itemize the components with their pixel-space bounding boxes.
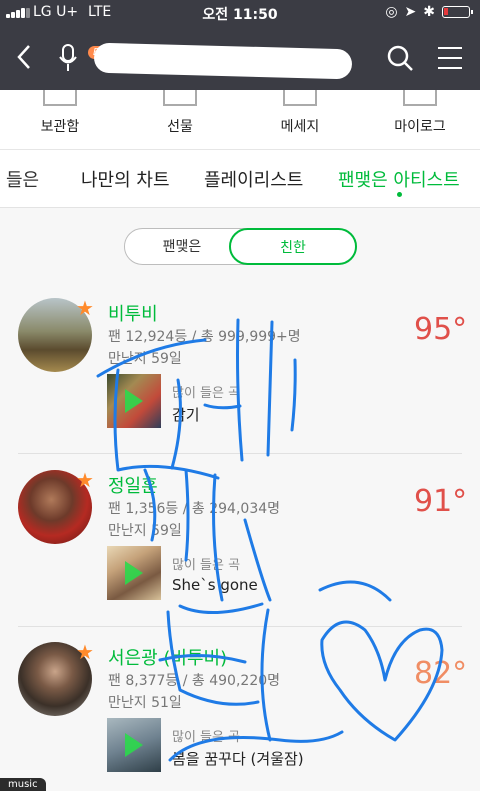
shortcut-label: 마이로그	[394, 119, 446, 135]
artist-card[interactable]: ★ 서은광 (비투비) 팬 8,377등 / 총 490,220명 만난지 51…	[0, 642, 480, 791]
artist-name: 비투비	[108, 304, 158, 325]
fan-temperature: 91°	[414, 484, 468, 519]
most-played-label: 많이 들은 곡	[172, 558, 241, 573]
message-icon	[283, 90, 317, 106]
fan-temperature: 95°	[414, 312, 468, 347]
shortcut-message[interactable]: 메세지	[240, 90, 360, 150]
play-icon	[125, 561, 143, 585]
search-icon	[387, 45, 413, 71]
shortcut-bar: 보관함 선물 메세지 마이로그	[0, 90, 480, 150]
artist-name: 정일훈	[108, 476, 158, 497]
favorite-star-icon[interactable]: ★	[76, 470, 94, 490]
artist-card[interactable]: ★ 비투비 팬 12,924등 / 총 999,999+명 만난지 59일 95…	[0, 298, 480, 470]
fan-rank: 팬 1,356등 / 총 294,034명	[108, 501, 281, 517]
shortcut-label: 메세지	[280, 119, 320, 135]
battery-icon	[442, 6, 473, 18]
tab-bar: 들은 나만의 차트 플레이리스트 팬맺은 아티스트	[0, 150, 480, 208]
chevron-left-icon	[17, 45, 30, 69]
app-screen: LG U+ LTE 오전 11:50 ◎ ➤ ✱ Beta	[0, 0, 480, 791]
bluetooth-icon: ✱	[423, 4, 435, 20]
menu-icon	[438, 47, 462, 49]
fan-rank: 팬 12,924등 / 총 999,999+명	[108, 329, 301, 345]
search-button[interactable]	[386, 44, 414, 72]
shortcut-label: 선물	[167, 119, 193, 135]
shortcut-mylog[interactable]: 마이로그	[360, 90, 480, 150]
gift-icon	[163, 90, 197, 106]
most-played-label: 많이 들은 곡	[172, 386, 241, 401]
tab-listened[interactable]: 들은	[6, 166, 39, 192]
days-met: 만난지 59일	[108, 523, 182, 539]
mylog-icon	[403, 90, 437, 106]
divider	[18, 453, 462, 454]
status-icons: ◎ ➤ ✱	[385, 4, 473, 20]
tab-playlist[interactable]: 플레이리스트	[204, 166, 303, 192]
menu-button[interactable]	[438, 47, 462, 69]
shortcut-label: 보관함	[40, 119, 80, 135]
orientation-lock-icon: ◎	[385, 4, 398, 20]
app-badge: music	[0, 778, 46, 791]
album-cover[interactable]	[107, 546, 161, 600]
location-icon: ➤	[404, 4, 417, 20]
redaction-mark	[93, 42, 353, 80]
favorite-star-icon[interactable]: ★	[76, 642, 94, 662]
play-icon	[125, 733, 143, 757]
nav-row: Beta	[0, 30, 480, 86]
days-met: 만난지 51일	[108, 695, 182, 711]
fan-rank: 팬 8,377등 / 총 490,220명	[108, 673, 281, 689]
album-cover[interactable]	[107, 718, 161, 772]
artist-list-panel: 팬맺은 친한 ★ 비투비 팬 12,924등 / 총 999,999+명 만난지…	[0, 208, 480, 791]
shortcut-locker[interactable]: 보관함	[0, 90, 120, 150]
song-title: 감기	[172, 406, 200, 424]
tab-fan-artists[interactable]: 팬맺은 아티스트	[338, 166, 460, 192]
album-cover[interactable]	[107, 374, 161, 428]
favorite-star-icon[interactable]: ★	[76, 298, 94, 318]
mic-button[interactable]	[58, 44, 78, 72]
song-title: She`s gone	[172, 576, 258, 594]
segment-toggle: 팬맺은 친한	[124, 228, 357, 266]
shortcut-gift[interactable]: 선물	[120, 90, 240, 150]
active-tab-indicator	[397, 192, 402, 197]
toggle-fan[interactable]: 팬맺은	[125, 229, 239, 266]
artist-card[interactable]: ★ 정일훈 팬 1,356등 / 총 294,034명 만난지 59일 91° …	[0, 470, 480, 642]
locker-icon	[43, 90, 77, 106]
back-button[interactable]	[16, 44, 32, 75]
song-title: 봄을 꿈꾸다 (겨울잠)	[172, 750, 304, 768]
tab-my-chart[interactable]: 나만의 차트	[81, 166, 170, 192]
status-bar: LG U+ LTE 오전 11:50 ◎ ➤ ✱	[0, 0, 480, 26]
artist-name: 서은광 (비투비)	[108, 648, 228, 669]
microphone-icon	[59, 44, 77, 71]
fan-temperature: 82°	[414, 656, 468, 691]
toggle-close[interactable]: 친한	[229, 228, 357, 265]
days-met: 만난지 59일	[108, 351, 182, 367]
divider	[18, 626, 462, 627]
most-played-label: 많이 들은 곡	[172, 730, 241, 745]
top-bar: LG U+ LTE 오전 11:50 ◎ ➤ ✱ Beta	[0, 0, 480, 90]
play-icon	[125, 389, 143, 413]
